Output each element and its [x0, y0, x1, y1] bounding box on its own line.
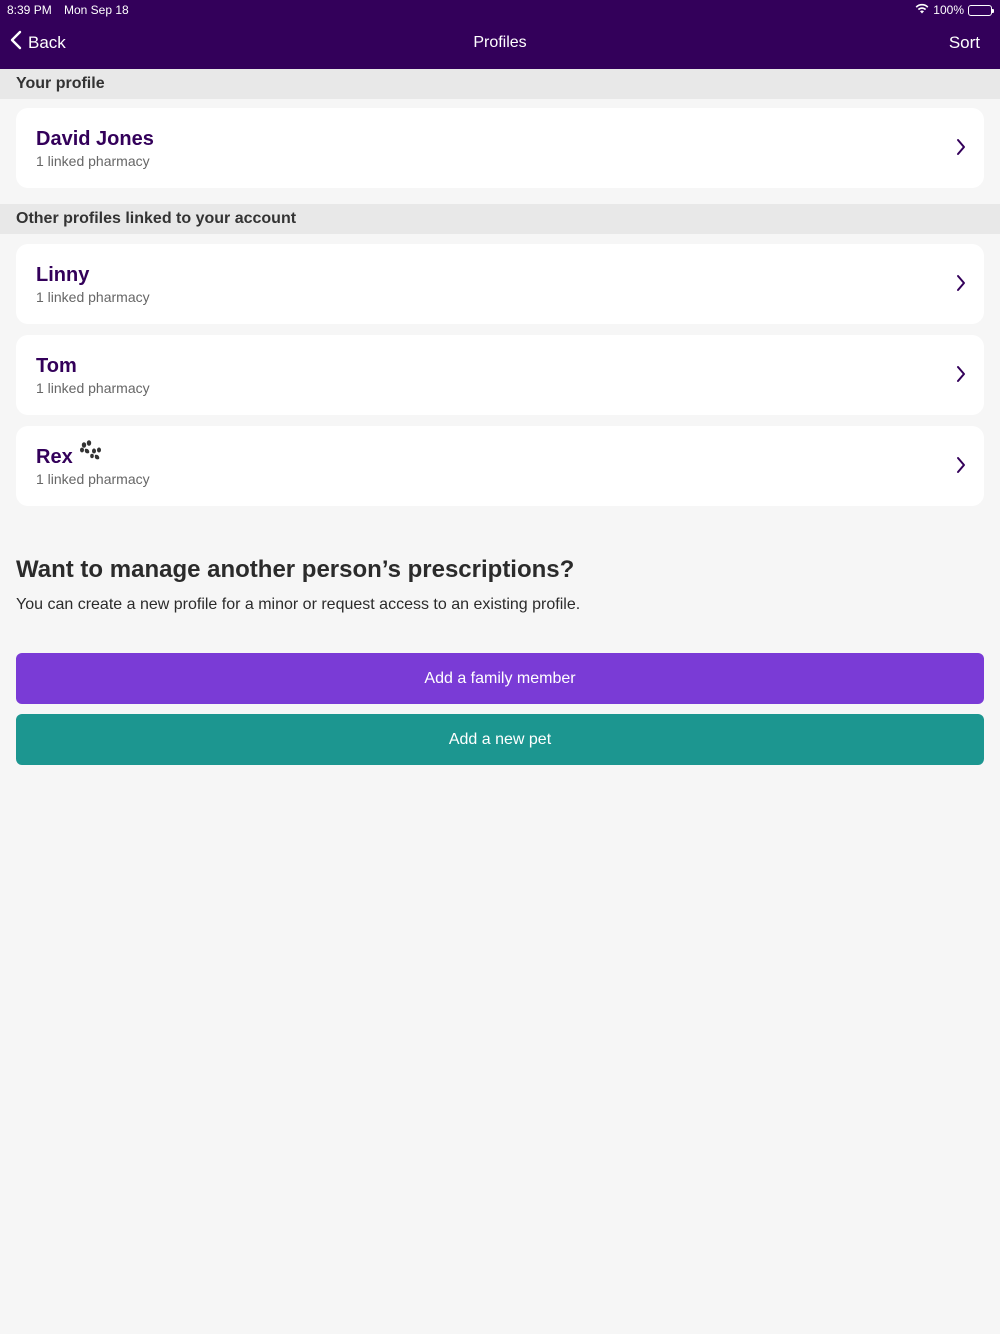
profile-name-text: Tom — [36, 355, 77, 377]
profile-name: Linny — [36, 264, 89, 287]
nav-bar: Back Profiles Sort — [0, 22, 1000, 66]
profile-name: David Jones — [36, 128, 154, 151]
status-time: 8:39 PM — [7, 3, 52, 17]
profile-name-text: Rex — [36, 446, 73, 468]
profile-card-rex[interactable]: Rex 1 linked pharmacy — [16, 426, 984, 506]
profile-name: Tom — [36, 355, 77, 378]
status-date: Mon Sep 18 — [64, 3, 129, 17]
profile-card-tom[interactable]: Tom 1 linked pharmacy — [16, 335, 984, 415]
profile-name-text: Linny — [36, 264, 90, 286]
chevron-right-icon — [956, 365, 966, 388]
chevron-right-icon — [956, 274, 966, 297]
add-family-member-button[interactable]: Add a family member — [16, 653, 984, 704]
profile-name-text: David Jones — [36, 128, 154, 150]
status-bar: 8:39 PM Mon Sep 18 100% — [0, 0, 1000, 20]
profile-subtitle: 1 linked pharmacy — [36, 153, 150, 169]
promo-text: You can create a new profile for a minor… — [16, 596, 581, 613]
chevron-right-icon — [956, 138, 966, 161]
other-profiles-header: Other profiles linked to your account — [0, 204, 1000, 234]
profile-card-self[interactable]: David Jones 1 linked pharmacy — [16, 108, 984, 188]
add-pet-button[interactable]: Add a new pet — [16, 714, 984, 765]
profile-name: Rex — [36, 439, 103, 469]
your-profile-header: Your profile — [0, 69, 1000, 99]
paw-icon — [79, 439, 103, 468]
app-header: 8:39 PM Mon Sep 18 100% Back Profiles So… — [0, 0, 1000, 69]
battery-icon — [968, 4, 994, 16]
profile-card-linny[interactable]: Linny 1 linked pharmacy — [16, 244, 984, 324]
battery-percent: 100% — [933, 3, 964, 17]
promo-title: Want to manage another person’s prescrip… — [16, 556, 575, 583]
chevron-right-icon — [956, 456, 966, 479]
status-right: 100% — [915, 3, 994, 17]
wifi-icon — [915, 3, 929, 17]
profile-subtitle: 1 linked pharmacy — [36, 471, 150, 487]
profile-subtitle: 1 linked pharmacy — [36, 380, 150, 396]
page-title: Profiles — [473, 34, 527, 51]
sort-button[interactable]: Sort — [949, 33, 980, 53]
profile-subtitle: 1 linked pharmacy — [36, 289, 150, 305]
